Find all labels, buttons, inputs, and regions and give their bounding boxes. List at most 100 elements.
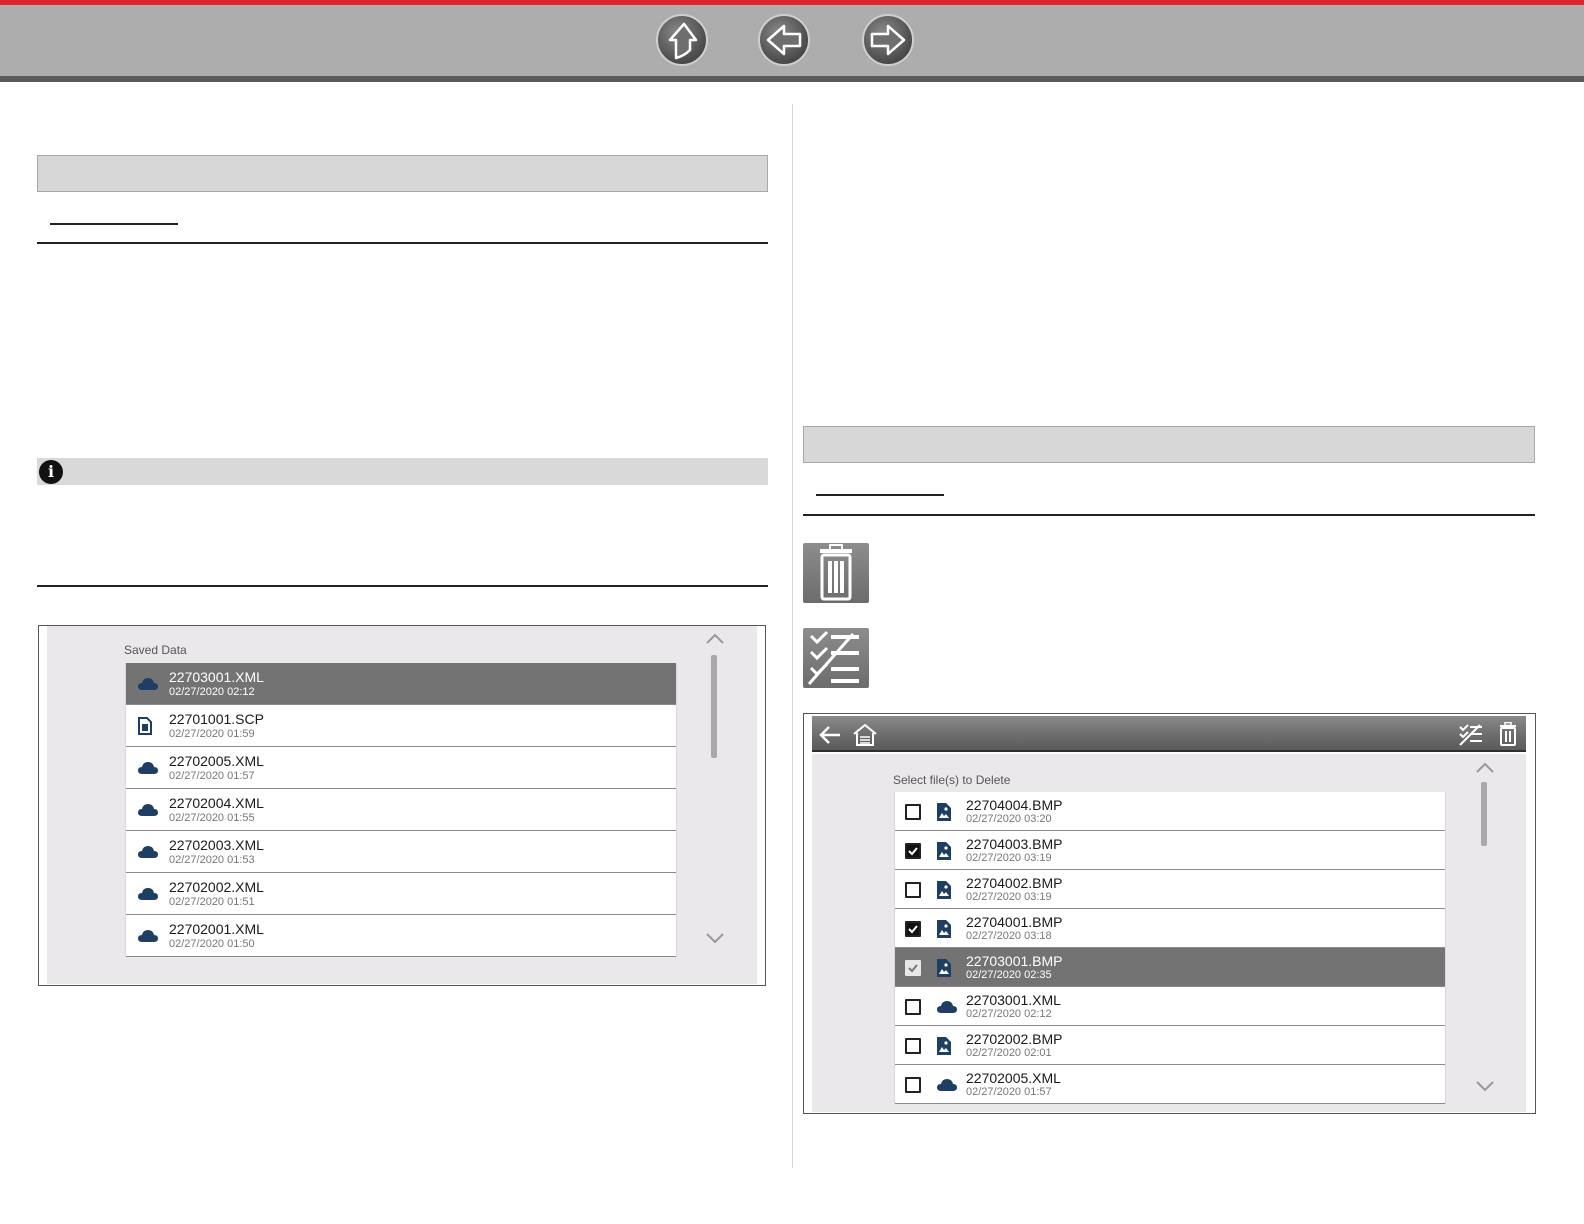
file-name: 22703001.BMP [966,953,1063,969]
delete-button[interactable] [1498,722,1518,746]
top-nav-bar [0,0,1584,82]
file-checkbox[interactable] [905,998,921,1015]
forward-arrow-icon [870,24,906,56]
scroll-up-arrow[interactable] [705,632,725,646]
image-file-icon [937,880,951,904]
file-row[interactable]: 22704002.BMP 02/27/2020 03:19 [895,870,1445,909]
section-heading-bar [37,155,768,192]
scrollbar-thumb-right[interactable] [1481,782,1487,846]
list-title-right: Select file(s) to Delete [893,773,1011,787]
file-date: 02/27/2020 03:20 [966,813,1052,825]
file-name: 22702001.XML [169,921,264,937]
file-row[interactable]: 22704001.BMP 02/27/2020 03:18 [895,909,1445,948]
up-button[interactable] [656,14,708,66]
note-bar: i [37,458,768,485]
file-name: 22704002.BMP [966,875,1063,891]
column-divider [792,104,793,1168]
list-title: Saved Data [124,643,187,657]
file-checkbox[interactable] [905,881,921,898]
file-row[interactable]: 22703001.XML 02/27/2020 02:12 [126,663,676,705]
image-file-icon [937,958,951,982]
file-name: 22703001.XML [169,669,264,685]
file-name: 22702003.XML [169,837,264,853]
file-date: 02/27/2020 01:51 [169,896,255,908]
scrollbar-thumb[interactable] [711,655,717,758]
select-all-icon [803,628,869,688]
file-checkbox[interactable] [905,1037,921,1054]
file-date: 02/27/2020 02:01 [966,1047,1052,1059]
delete-files-screenshot: Select file(s) to Delete 22704004.BMP 02/… [803,713,1536,1114]
cloud-icon [138,929,158,948]
file-name: 22702002.BMP [966,1031,1063,1047]
section-rule-right [803,514,1535,516]
file-name: 22702005.XML [966,1070,1061,1086]
saved-data-screen: Saved Data 22703001.XML 02/27/2020 02:12 2… [47,626,757,984]
home-icon[interactable] [852,723,878,747]
file-checkbox[interactable] [905,1076,921,1093]
file-date: 02/27/2020 01:57 [966,1086,1052,1098]
image-file-icon [937,1036,951,1060]
scroll-down-arrow[interactable] [705,931,725,945]
cloud-icon [138,845,158,864]
file-row[interactable]: 22702005.XML 02/27/2020 01:57 [895,1065,1445,1104]
file-date: 02/27/2020 01:59 [169,728,255,740]
image-file-icon [937,802,951,826]
file-date: 02/27/2020 03:18 [966,930,1052,942]
saved-data-list[interactable]: 22703001.XML 02/27/2020 02:12 22701001.SCP… [125,663,677,957]
scroll-down-arrow-right[interactable] [1475,1079,1495,1093]
file-name: 22702002.XML [169,879,264,895]
image-file-icon [937,841,951,865]
section-rule [37,242,768,244]
file-row[interactable]: 22701001.SCP 02/27/2020 01:59 [126,705,676,747]
file-date: 02/27/2020 01:55 [169,812,255,824]
file-date: 02/27/2020 02:35 [966,969,1052,981]
forward-button[interactable] [862,14,914,66]
file-row[interactable]: 22702002.XML 02/27/2020 01:51 [126,873,676,915]
scroll-up-arrow-right[interactable] [1475,761,1495,775]
file-row[interactable]: 22703001.BMP 02/27/2020 02:35 [895,948,1445,987]
file-row[interactable]: 22702003.XML 02/27/2020 01:53 [126,831,676,873]
subheading-underline [50,223,178,225]
chevron-up-icon [1476,762,1494,773]
file-name: 22702005.XML [169,753,264,769]
note-rule [37,585,768,587]
cloud-icon [138,803,158,822]
cloud-icon [138,677,158,696]
file-date: 02/27/2020 02:12 [169,686,255,698]
up-arrow-icon [668,22,698,60]
file-row[interactable]: 22702005.XML 02/27/2020 01:57 [126,747,676,789]
cloud-icon [937,1000,957,1019]
file-name: 22704004.BMP [966,797,1063,813]
file-name: 22702004.XML [169,795,264,811]
top-bottom-line [0,76,1584,82]
file-row[interactable]: 22702002.BMP 02/27/2020 02:01 [895,1026,1445,1065]
info-icon: i [39,460,63,484]
file-date: 02/27/2020 01:57 [169,770,255,782]
back-arrow-icon [766,24,802,56]
file-checkbox[interactable] [905,959,921,976]
chevron-up-icon [706,633,724,644]
file-name: 22704001.BMP [966,914,1063,930]
subheading-underline-right [816,494,944,496]
file-row[interactable]: 22702001.XML 02/27/2020 01:50 [126,915,676,957]
file-row[interactable]: 22704003.BMP 02/27/2020 03:19 [895,831,1445,870]
back-icon[interactable] [818,724,842,746]
file-row[interactable]: 22702004.XML 02/27/2020 01:55 [126,789,676,831]
top-accent-line [0,0,1584,5]
section-heading-bar-right [803,426,1535,463]
cloud-icon [937,1078,957,1097]
file-row[interactable]: 22703001.XML 02/27/2020 02:12 [895,987,1445,1026]
chevron-down-icon [1476,1081,1494,1092]
delete-files-list[interactable]: 22704004.BMP 02/27/2020 03:20 22704003.BMP… [894,792,1446,1104]
image-file-icon [937,919,951,943]
back-button[interactable] [758,14,810,66]
file-checkbox[interactable] [905,920,921,937]
select-all-button[interactable] [1458,723,1484,747]
file-name: 22701001.SCP [169,711,264,727]
file-date: 02/27/2020 03:19 [966,852,1052,864]
file-checkbox[interactable] [905,842,921,859]
file-row[interactable]: 22704004.BMP 02/27/2020 03:20 [895,792,1445,831]
file-name: 22704003.BMP [966,836,1063,852]
file-date: 02/27/2020 02:12 [966,1008,1052,1020]
file-checkbox[interactable] [905,803,921,820]
